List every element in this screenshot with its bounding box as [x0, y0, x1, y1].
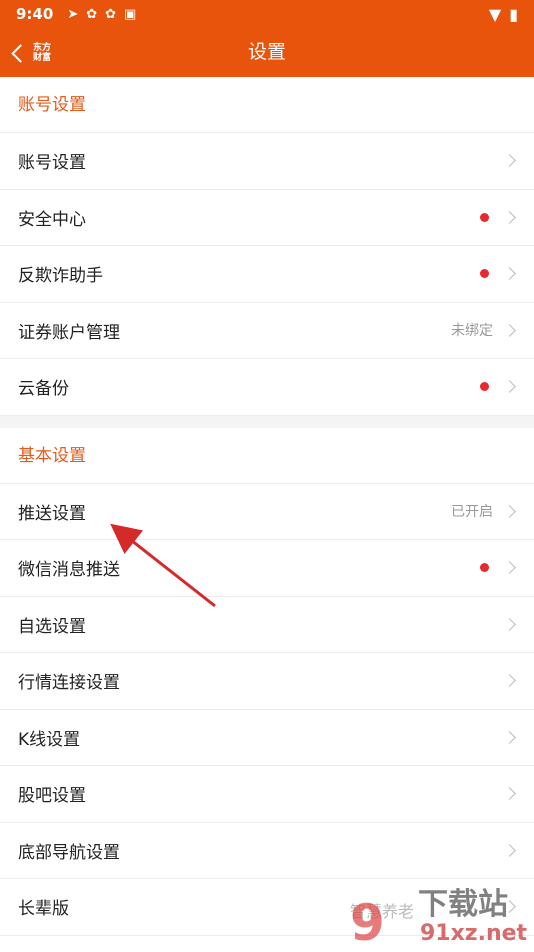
- watermark-text: 下载站: [418, 887, 508, 922]
- annotation-arrow: [110, 523, 216, 608]
- watermark-mark: 9: [350, 894, 385, 952]
- watermark-logo: 9 下载站 91xz.net: [350, 888, 530, 950]
- watermark-url: 91xz.net: [420, 921, 528, 946]
